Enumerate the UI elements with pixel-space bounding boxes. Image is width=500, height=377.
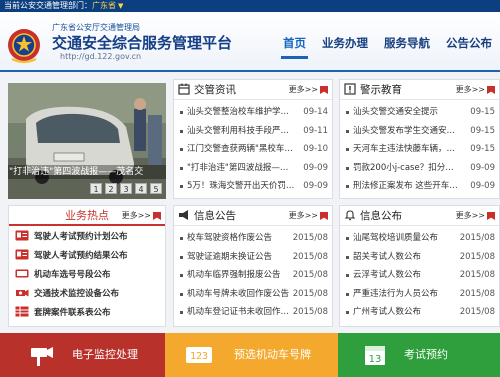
exam-booking-button[interactable]: 13 考试预约 xyxy=(338,333,500,377)
chevron-down-icon[interactable]: ▼ xyxy=(118,2,123,10)
list-item[interactable]: 机动车号牌未收回作废公告 2015/08 xyxy=(180,285,328,304)
list-item[interactable]: 江门交警查获两辆"黑校车… 09-10 xyxy=(180,140,328,159)
notices-panel: 信息公告 更多>> 校车驾驶资格作废公告 2015/08 驾驶证逾期未换证公告 20… xyxy=(173,205,333,327)
hot-topics-title: 业务热点 xyxy=(65,209,109,222)
more-flag-icon xyxy=(320,212,328,220)
list-item[interactable]: 驾驶证逾期未换证公告 2015/08 xyxy=(180,248,328,267)
e-monitor-button[interactable]: 电子监控处理 xyxy=(0,333,165,377)
nav-business[interactable]: 业务办理 xyxy=(314,34,376,64)
news-more-link[interactable]: 更多>> xyxy=(289,80,318,100)
more-flag-icon xyxy=(487,212,495,220)
hot-item-plate-range[interactable]: 机动车选号号段公布 xyxy=(15,266,165,285)
notices-panel-header: 信息公告 更多>> xyxy=(174,206,332,226)
province-selector[interactable]: 广东省 xyxy=(92,1,116,10)
hot-more-link[interactable]: 更多>> xyxy=(122,206,151,226)
list-item[interactable]: "打非治违"第四波战报—… 09-09 xyxy=(180,159,328,178)
alerts-panel-title: 警示教育 xyxy=(360,84,402,96)
hot-item-cloned-plate[interactable]: 套牌案件联系表公布 xyxy=(15,304,165,323)
announcements-panel: 信息公布 更多>> 汕尾驾校培训质量公布 2015/08 韶关考试人数公布 2015… xyxy=(339,205,500,327)
hot-item-camera-list[interactable]: 交通技术监控设备公布 xyxy=(15,285,165,304)
list-item[interactable]: 汕尾驾校培训质量公布 2015/08 xyxy=(346,229,495,248)
nav-home[interactable]: 首页 xyxy=(275,34,314,64)
list-item[interactable]: 刑法修正案发布 这些开车… 09-09 xyxy=(346,177,495,196)
more-flag-icon xyxy=(153,212,161,220)
site-header: 广东省公安厅交通管理局 交通安全综合服务管理平台 http://gd.122.g… xyxy=(0,12,500,72)
list-item[interactable]: 汕头交警发布学生交通安全… 09-15 xyxy=(346,122,495,141)
hot-topics-panel: 业务热点 更多>> 驾驶人考试预约计划公布 驾驶人考试预约结果公布 机动车选号号… xyxy=(8,205,166,327)
list-item[interactable]: 校车驾驶资格作废公告 2015/08 xyxy=(180,229,328,248)
warning-icon xyxy=(344,83,356,95)
list-item[interactable]: 广州考试人数公布 2015/08 xyxy=(346,303,495,322)
plate-digits: 123 xyxy=(190,351,208,362)
news-panel-header: 交管资讯 更多>> xyxy=(174,80,332,100)
hot-item-exam-result[interactable]: 驾驶人考试预约结果公布 xyxy=(15,247,165,266)
hot-item-exam-plan[interactable]: 驾驶人考试预约计划公布 xyxy=(15,228,165,247)
megaphone-icon xyxy=(179,210,188,220)
carousel-caption[interactable]: "打非治违"第四波战报——茂名交 xyxy=(8,165,166,179)
news-panel-title: 交管资讯 xyxy=(194,84,236,96)
list-item[interactable]: 5万！珠海交警开出天价罚单… 09-09 xyxy=(180,177,328,196)
notices-panel-title: 信息公告 xyxy=(194,210,236,222)
nav-announcements[interactable]: 公告公布 xyxy=(438,34,500,64)
list-item[interactable]: 严重违法行为人员公布 2015/08 xyxy=(346,285,495,304)
preselect-plate-button[interactable]: 123 预选机动车号牌 xyxy=(165,333,338,377)
alerts-panel: 警示教育 更多>> 汕头交警交通安全提示 09-15 汕头交警发布学生交通安全… 0… xyxy=(339,79,500,199)
nav-service-guide[interactable]: 服务导航 xyxy=(376,34,438,64)
carousel-page-4[interactable]: 4 xyxy=(135,183,147,194)
alerts-panel-header: 警示教育 更多>> xyxy=(340,80,499,100)
id-card-icon xyxy=(15,249,29,260)
calendar-day: 13 xyxy=(369,354,382,365)
announcements-panel-title: 信息公布 xyxy=(360,210,402,222)
carousel-page-1[interactable]: 1 xyxy=(90,183,102,194)
list-item[interactable]: 天河车主违法快藤车辆，死者… 09-15 xyxy=(346,140,495,159)
bell-icon xyxy=(344,210,356,221)
site-url: http://gd.122.gov.cn xyxy=(60,52,142,61)
main-nav: 首页 业务办理 服务导航 公告公布 xyxy=(275,34,500,64)
list-item[interactable]: 汕头交警交通安全提示 09-15 xyxy=(346,103,495,122)
divider xyxy=(9,224,165,226)
id-card-icon xyxy=(15,230,29,241)
camera-icon xyxy=(16,289,29,297)
notices-more-link[interactable]: 更多>> xyxy=(289,206,318,226)
carousel-page-5[interactable]: 5 xyxy=(150,183,162,194)
license-plate-icon: 123 xyxy=(186,347,212,363)
top-strip: 当前公安交通管理部门：广东省 ▼ xyxy=(0,0,500,12)
carousel-pager: 1 2 3 4 5 xyxy=(90,183,165,194)
announcements-more-link[interactable]: 更多>> xyxy=(456,206,485,226)
carousel-page-2[interactable]: 2 xyxy=(105,183,117,194)
license-plate-icon xyxy=(15,269,29,278)
news-panel: 交管资讯 更多>> 汕头交警整治校车维护学生… 09-14 汕头交警利用科技手段严… xyxy=(173,79,333,199)
calendar-icon xyxy=(178,83,190,95)
list-item[interactable]: 汕头交警利用科技手段严查… 09-11 xyxy=(180,122,328,141)
more-flag-icon xyxy=(487,86,495,94)
news-carousel[interactable]: "打非治违"第四波战报——茂名交 1 2 3 4 5 xyxy=(8,83,166,199)
current-dept-label: 当前公安交通管理部门： xyxy=(4,1,92,10)
list-item[interactable]: 机动车临界强制报废公告 2015/08 xyxy=(180,266,328,285)
carousel-photo xyxy=(8,83,166,199)
traffic-camera-icon xyxy=(31,347,53,366)
calendar-icon: 13 xyxy=(365,346,385,365)
list-item[interactable]: 汕头交警整治校车维护学生… 09-14 xyxy=(180,103,328,122)
police-emblem-icon xyxy=(8,29,40,64)
site-title: 交通安全综合服务管理平台 xyxy=(52,34,233,52)
alerts-more-link[interactable]: 更多>> xyxy=(456,80,485,100)
carousel-page-3[interactable]: 3 xyxy=(120,183,132,194)
announcements-panel-header: 信息公布 更多>> xyxy=(340,206,499,226)
hot-topics-header: 业务热点 更多>> xyxy=(9,206,165,226)
list-item[interactable]: 云浮考试人数公布 2015/08 xyxy=(346,266,495,285)
list-item[interactable]: 罚款200小j-case？扣分重考… 09-09 xyxy=(346,159,495,178)
list-item[interactable]: 韶关考试人数公布 2015/08 xyxy=(346,248,495,267)
table-icon xyxy=(15,306,29,317)
list-item[interactable]: 机动车登记证书未收回作废… 2015/08 xyxy=(180,303,328,322)
quick-actions: 电子监控处理 123 预选机动车号牌 13 考试预约 xyxy=(0,333,500,377)
more-flag-icon xyxy=(320,86,328,94)
